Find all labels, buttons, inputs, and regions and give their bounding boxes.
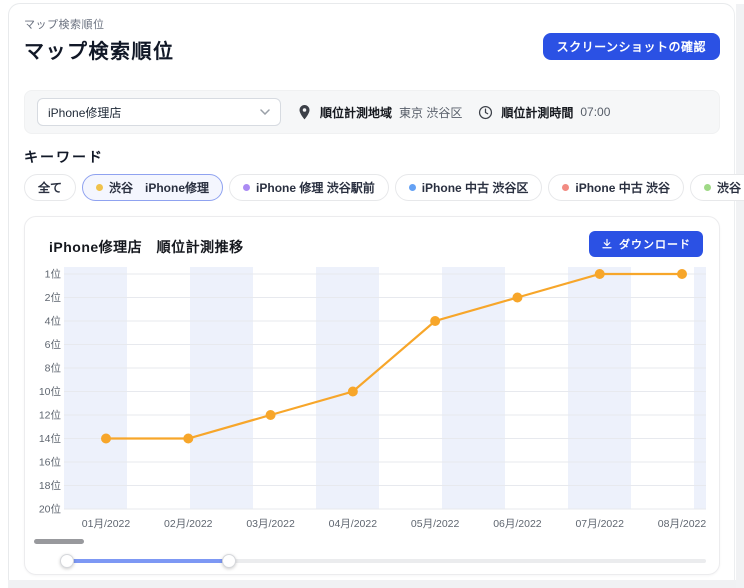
chart-background-stripe: [694, 267, 706, 509]
x-axis-tick-label: 03月/2022: [246, 518, 295, 530]
y-axis-tick-label: 4位: [45, 315, 62, 328]
window-scrollbar[interactable]: [736, 4, 744, 588]
x-axis-tick-label: 02月/2022: [164, 518, 213, 530]
chart-background-stripe: [568, 267, 631, 509]
area-label: 順位計測地域: [320, 104, 392, 121]
clock-icon: [478, 105, 493, 120]
x-axis-tick-label: 01月/2022: [82, 518, 131, 530]
keywords-heading: キーワード: [24, 147, 104, 167]
download-icon: [601, 238, 613, 250]
keyword-color-dot: [96, 184, 103, 191]
keyword-chip-label: 渋谷 iPhone修理: [109, 179, 209, 196]
keyword-chip[interactable]: iPhone 中古 渋谷: [548, 174, 684, 201]
slider-handle-right[interactable]: [222, 554, 236, 568]
data-point[interactable]: [677, 269, 687, 279]
keyword-color-dot: [704, 184, 711, 191]
y-axis-tick-label: 2位: [45, 291, 62, 304]
store-select[interactable]: iPhone修理店: [37, 98, 281, 126]
y-axis-tick-label: 10位: [39, 385, 62, 398]
area-value: 東京 渋谷区: [399, 104, 462, 121]
y-axis-tick-label: 8位: [45, 362, 62, 375]
filter-bar: iPhone修理店 順位計測地域 東京 渋谷区 順位計測時間 07:00: [24, 90, 720, 134]
time-value: 07:00: [580, 105, 610, 119]
breadcrumb: マップ検索順位: [24, 16, 105, 32]
page-title: マップ検索順位: [24, 35, 175, 64]
x-axis-tick-label: 06月/2022: [493, 518, 542, 530]
screenshot-confirm-button[interactable]: スクリーンショットの確認: [543, 33, 720, 60]
keyword-chip[interactable]: 渋谷 iPhone修理: [82, 174, 223, 201]
page-bottom-edge: [8, 580, 736, 588]
download-button[interactable]: ダウンロード: [589, 231, 703, 257]
keyword-chip-label: 全て: [38, 179, 62, 196]
chevron-down-icon: [260, 109, 270, 115]
data-point[interactable]: [512, 293, 522, 303]
y-axis-tick-label: 16位: [39, 456, 62, 469]
keyword-chip-label: iPhone 修理 渋谷駅前: [256, 179, 375, 196]
keyword-chip[interactable]: iPhone 中古 渋谷区: [395, 174, 543, 201]
keyword-color-dot: [243, 184, 250, 191]
x-axis-tick-label: 08月/2022: [658, 518, 707, 530]
x-axis-tick-label: 05月/2022: [411, 518, 460, 530]
chart-scrollbar-thumb[interactable]: [34, 539, 84, 544]
y-axis-tick-label: 6位: [45, 338, 62, 351]
y-axis-tick-label: 12位: [39, 409, 62, 422]
keyword-color-dot: [409, 184, 416, 191]
y-axis-tick-label: 14位: [39, 432, 62, 445]
y-axis-tick-label: 20位: [39, 503, 62, 516]
keyword-chip-list: 全て 渋谷 iPhone修理 iPhone 修理 渋谷駅前 iPhone 中古 渋谷区…: [24, 174, 744, 201]
keyword-chip-label: 渋谷 iPhone: [717, 179, 744, 196]
location-pin-icon: [297, 104, 312, 121]
keyword-chip-label: iPhone 中古 渋谷区: [422, 179, 529, 196]
rank-trend-chart: 1位 2位 4位 6位 8位 10位 12位 14位 16位 18位 20位 01月/2022 02月/…: [25, 261, 721, 553]
keyword-chip[interactable]: iPhone 修理 渋谷駅前: [229, 174, 389, 201]
slider-handle-left[interactable]: [60, 554, 74, 568]
keyword-chip[interactable]: 全て: [24, 174, 76, 201]
chart-background-stripe: [190, 267, 253, 509]
y-axis-tick-label: 1位: [45, 268, 62, 281]
chart-card: iPhone修理店 順位計測推移 ダウンロード 1位 2位 4位 6位 8位 10位 12位…: [24, 216, 720, 575]
data-point[interactable]: [595, 269, 605, 279]
slider-selected-range: [67, 559, 229, 563]
time-label: 順位計測時間: [501, 104, 573, 121]
data-point[interactable]: [183, 434, 193, 444]
keyword-chip-label: iPhone 中古 渋谷: [575, 179, 670, 196]
store-select-value: iPhone修理店: [48, 104, 121, 121]
x-axis-tick-label: 04月/2022: [329, 518, 378, 530]
data-point[interactable]: [430, 316, 440, 326]
chart-title: iPhone修理店 順位計測推移: [49, 237, 244, 257]
chart-background-stripe: [64, 267, 127, 509]
chart-background-stripe: [316, 267, 379, 509]
keyword-color-dot: [562, 184, 569, 191]
data-point[interactable]: [266, 410, 276, 420]
keyword-chip[interactable]: 渋谷 iPhone: [690, 174, 744, 201]
download-button-label: ダウンロード: [619, 236, 691, 252]
y-axis-tick-label: 18位: [39, 479, 62, 492]
data-point[interactable]: [348, 387, 358, 397]
data-point[interactable]: [101, 434, 111, 444]
x-axis-tick-label: 07月/2022: [575, 518, 624, 530]
